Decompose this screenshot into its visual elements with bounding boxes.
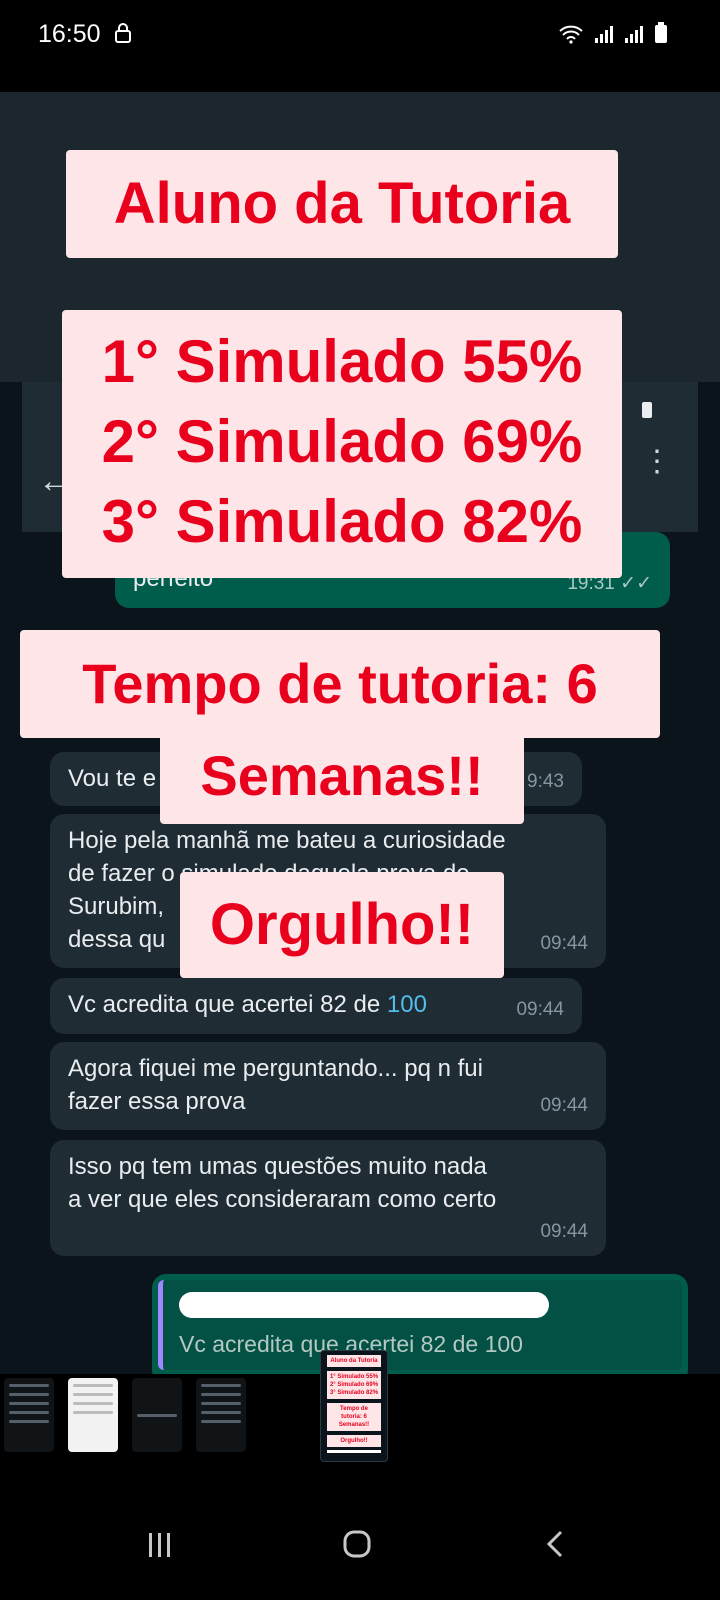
message-text: Agora fiquei me perguntando... pq n fui … (68, 1055, 483, 1115)
recents-icon[interactable] (146, 1526, 174, 1568)
title-overlay: Aluno da Tutoria (66, 150, 618, 258)
incoming-message[interactable]: Vc acredita que acertei 82 de 100 09:44 (50, 978, 582, 1034)
thumbnail[interactable] (132, 1378, 182, 1452)
score-line-1: 1° Simulado 55% (101, 328, 583, 395)
signal-icon (624, 24, 644, 49)
home-icon[interactable] (342, 1526, 372, 1568)
mini-title: Aluno da Tutoria (327, 1355, 381, 1367)
phone-link[interactable]: 100 (387, 991, 427, 1018)
message-text: Vc acredita que acertei 82 de 100 (68, 991, 427, 1018)
semanas-overlay: Semanas!! (160, 728, 524, 824)
outgoing-reply-message[interactable]: Vc acredita que acertei 82 de 100 (152, 1274, 688, 1374)
orgulho-overlay: Orgulho!! (180, 872, 504, 978)
story-image: ← ⋮ perfeito 19:31 ✓✓ Vou te e 9:43 Hoje… (0, 92, 720, 1374)
battery-icon (654, 22, 668, 49)
score-line-2: 2° Simulado 69% (101, 408, 583, 475)
message-time: 9:43 (527, 771, 564, 792)
more-options-icon[interactable]: ⋮ (642, 447, 672, 477)
quoted-message: Vc acredita que acertei 82 de 100 (158, 1280, 682, 1370)
navigation-bar (0, 1500, 720, 1600)
mini-scores: 1° Simulado 55% 2° Simulado 69% 3° Simul… (327, 1371, 381, 1399)
message-time: 09:44 (540, 1221, 588, 1242)
media-thumbnail-strip: Aluno da Tutoria 1° Simulado 55% 2° Simu… (0, 1350, 720, 1484)
incoming-message[interactable]: Agora fiquei me perguntando... pq n fui … (50, 1042, 606, 1130)
redaction-bar (179, 1292, 549, 1318)
selected-indicator (327, 1450, 381, 1453)
status-bar: 16:50 (0, 0, 720, 72)
wifi-icon (558, 24, 584, 49)
signal-icon (594, 24, 614, 49)
thumbnail[interactable] (196, 1378, 246, 1452)
tempo-overlay: Tempo de tutoria: 6 (20, 630, 660, 738)
incoming-message[interactable]: Isso pq tem umas questões muito nada a v… (50, 1140, 606, 1256)
score-line-3: 3° Simulado 82% (101, 488, 583, 555)
message-text: Isso pq tem umas questões muito nada a v… (68, 1153, 497, 1213)
message-time: 09:44 (540, 1095, 588, 1116)
message-time: 09:44 (516, 999, 564, 1020)
clock: 16:50 (38, 20, 101, 48)
mini-tempo: Tempo de tutoria: 6 Semanas!! (327, 1403, 381, 1431)
thumbnail[interactable] (68, 1378, 118, 1452)
message-time: 09:44 (540, 933, 588, 954)
thumbnail-selected[interactable]: Aluno da Tutoria 1° Simulado 55% 2° Simu… (320, 1350, 388, 1462)
back-icon[interactable] (545, 1526, 565, 1568)
thumbnail[interactable] (260, 1378, 310, 1452)
thumbnail[interactable] (4, 1378, 54, 1452)
mini-orgulho: Orgulho!! (327, 1435, 381, 1447)
lock-icon (115, 23, 131, 48)
scores-overlay: 1° Simulado 55% 2° Simulado 69% 3° Simul… (62, 310, 622, 578)
battery-icon (642, 402, 652, 418)
